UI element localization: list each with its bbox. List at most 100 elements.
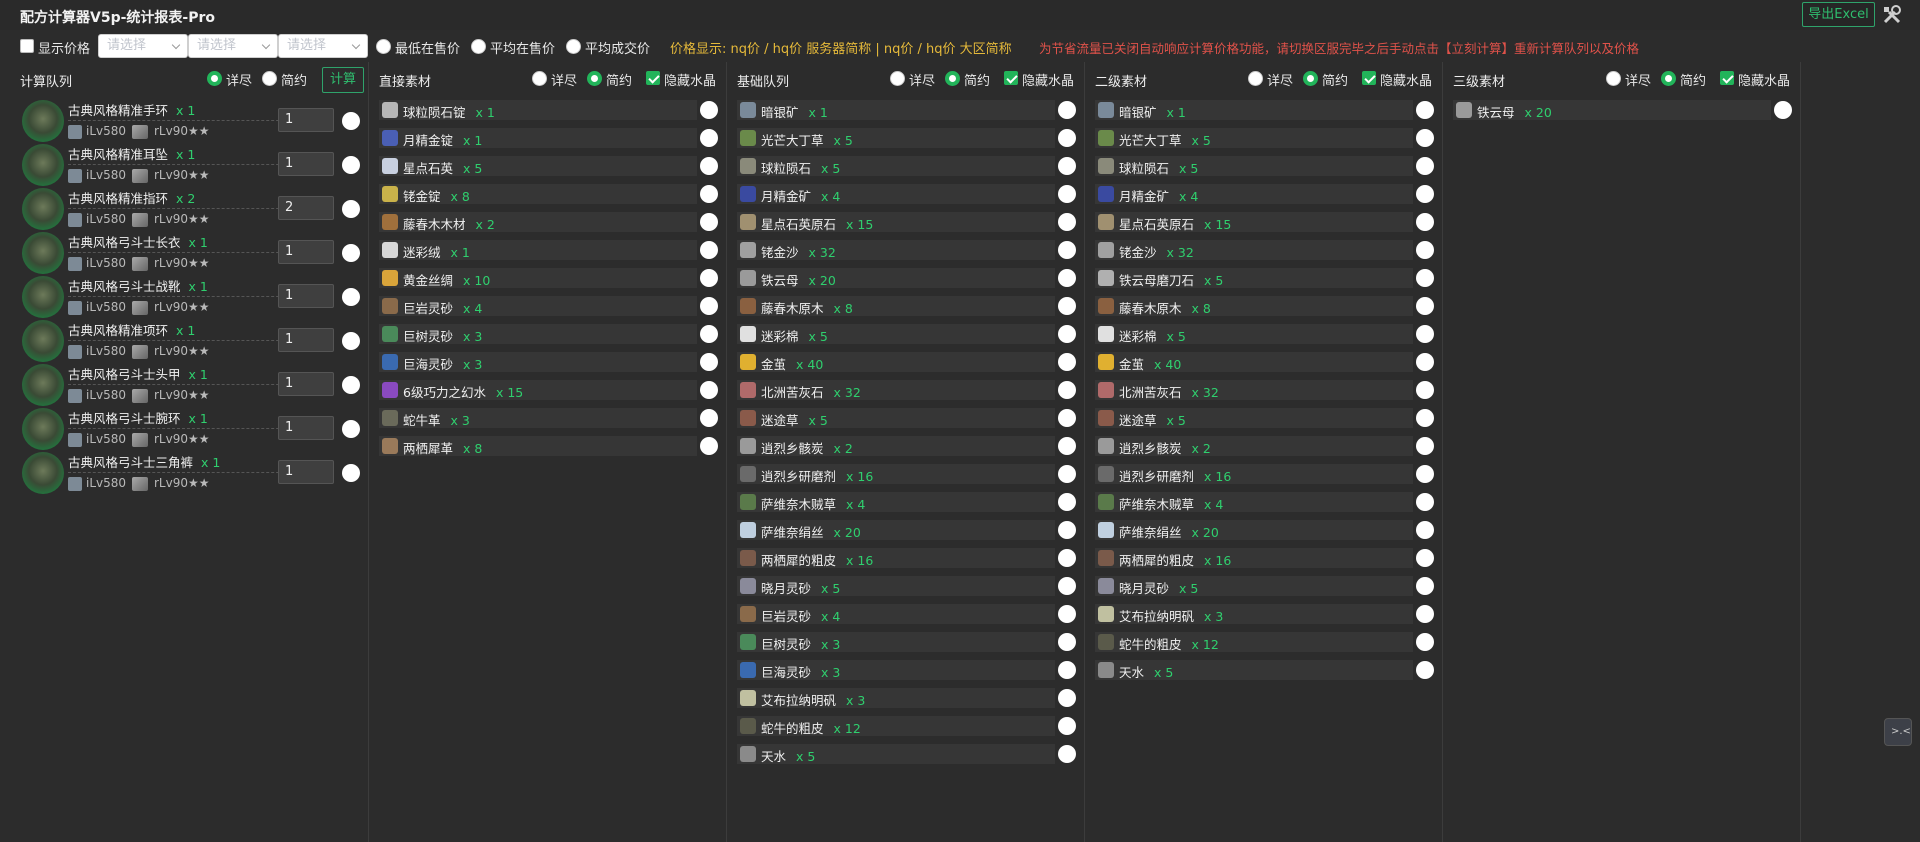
chat-face-icon[interactable]: >.<	[1884, 718, 1912, 746]
quantity-input[interactable]: 2	[278, 196, 334, 220]
material-toggle[interactable]	[1416, 409, 1434, 427]
detail-radio[interactable]	[1606, 71, 1621, 86]
material-toggle[interactable]	[1058, 101, 1076, 119]
queue-item-toggle[interactable]	[342, 156, 360, 174]
material-toggle[interactable]	[1416, 241, 1434, 259]
material-toggle[interactable]	[1058, 633, 1076, 651]
material-toggle[interactable]	[1416, 549, 1434, 567]
brief-radio[interactable]	[945, 71, 960, 86]
quantity-input[interactable]: 1	[278, 372, 334, 396]
material-toggle[interactable]	[1058, 745, 1076, 763]
queue-item-toggle[interactable]	[342, 332, 360, 350]
material-toggle[interactable]	[1416, 633, 1434, 651]
queue-item-toggle[interactable]	[342, 288, 360, 306]
material-toggle[interactable]	[1058, 297, 1076, 315]
material-toggle[interactable]	[1058, 605, 1076, 623]
queue-item-toggle[interactable]	[342, 420, 360, 438]
material-toggle[interactable]	[1058, 241, 1076, 259]
quantity-input[interactable]: 1	[278, 152, 334, 176]
material-toggle[interactable]	[1058, 213, 1076, 231]
material-toggle[interactable]	[700, 157, 718, 175]
detail-radio[interactable]	[1248, 71, 1263, 86]
material-toggle[interactable]	[1058, 157, 1076, 175]
brief-radio[interactable]	[587, 71, 602, 86]
material-toggle[interactable]	[1058, 129, 1076, 147]
material-toggle[interactable]	[1416, 521, 1434, 539]
quantity-input[interactable]: 1	[278, 460, 334, 484]
material-toggle[interactable]	[1058, 689, 1076, 707]
material-toggle[interactable]	[1058, 269, 1076, 287]
material-toggle[interactable]	[1058, 325, 1076, 343]
server-select-1[interactable]: 请选择	[98, 34, 188, 58]
material-toggle[interactable]	[1416, 325, 1434, 343]
material-toggle[interactable]	[1058, 409, 1076, 427]
queue-item-toggle[interactable]	[342, 376, 360, 394]
quantity-input[interactable]: 1	[278, 328, 334, 352]
material-toggle[interactable]	[1774, 101, 1792, 119]
material-toggle[interactable]	[1416, 129, 1434, 147]
quantity-input[interactable]: 1	[278, 284, 334, 308]
quantity-input[interactable]: 1	[278, 416, 334, 440]
material-toggle[interactable]	[700, 437, 718, 455]
calculate-button[interactable]: 计算	[322, 67, 364, 93]
hide-crystal-checkbox[interactable]	[1362, 71, 1376, 85]
material-toggle[interactable]	[1416, 605, 1434, 623]
material-toggle[interactable]	[1416, 353, 1434, 371]
export-excel-button[interactable]: 导出Excel	[1802, 2, 1875, 27]
queue-item-toggle[interactable]	[342, 244, 360, 262]
quantity-input[interactable]: 1	[278, 108, 334, 132]
material-toggle[interactable]	[1416, 577, 1434, 595]
material-toggle[interactable]	[700, 185, 718, 203]
material-toggle[interactable]	[1058, 521, 1076, 539]
queue-detail-radio[interactable]	[207, 71, 222, 86]
queue-item-toggle[interactable]	[342, 464, 360, 482]
material-toggle[interactable]	[700, 325, 718, 343]
queue-item-toggle[interactable]	[342, 200, 360, 218]
queue-item-toggle[interactable]	[342, 112, 360, 130]
price-mode-avg-listing-radio[interactable]	[471, 39, 486, 54]
material-toggle[interactable]	[1416, 213, 1434, 231]
material-toggle[interactable]	[1058, 465, 1076, 483]
detail-radio[interactable]	[890, 71, 905, 86]
material-toggle[interactable]	[1416, 493, 1434, 511]
material-toggle[interactable]	[1058, 577, 1076, 595]
material-toggle[interactable]	[1416, 465, 1434, 483]
brief-radio[interactable]	[1303, 71, 1318, 86]
price-mode-lowest-radio[interactable]	[376, 39, 391, 54]
material-toggle[interactable]	[1058, 717, 1076, 735]
material-toggle[interactable]	[700, 129, 718, 147]
material-toggle[interactable]	[700, 269, 718, 287]
material-toggle[interactable]	[700, 353, 718, 371]
material-toggle[interactable]	[1058, 437, 1076, 455]
server-select-3[interactable]: 请选择	[278, 34, 368, 58]
material-toggle[interactable]	[700, 297, 718, 315]
show-price-checkbox[interactable]	[20, 39, 34, 53]
material-toggle[interactable]	[700, 409, 718, 427]
material-toggle[interactable]	[1058, 353, 1076, 371]
material-toggle[interactable]	[700, 101, 718, 119]
server-select-2[interactable]: 请选择	[188, 34, 278, 58]
material-toggle[interactable]	[1416, 381, 1434, 399]
queue-brief-radio[interactable]	[262, 71, 277, 86]
material-toggle[interactable]	[1416, 185, 1434, 203]
material-toggle[interactable]	[1416, 269, 1434, 287]
material-toggle[interactable]	[1416, 297, 1434, 315]
material-toggle[interactable]	[1058, 185, 1076, 203]
material-toggle[interactable]	[700, 381, 718, 399]
material-toggle[interactable]	[1416, 157, 1434, 175]
tools-icon[interactable]	[1881, 4, 1903, 26]
hide-crystal-checkbox[interactable]	[1720, 71, 1734, 85]
quantity-input[interactable]: 1	[278, 240, 334, 264]
material-toggle[interactable]	[1058, 549, 1076, 567]
detail-radio[interactable]	[532, 71, 547, 86]
material-toggle[interactable]	[700, 241, 718, 259]
brief-radio[interactable]	[1661, 71, 1676, 86]
material-toggle[interactable]	[1416, 661, 1434, 679]
material-toggle[interactable]	[1058, 493, 1076, 511]
material-toggle[interactable]	[1416, 437, 1434, 455]
material-toggle[interactable]	[1416, 101, 1434, 119]
hide-crystal-checkbox[interactable]	[646, 71, 660, 85]
hide-crystal-checkbox[interactable]	[1004, 71, 1018, 85]
material-toggle[interactable]	[700, 213, 718, 231]
material-toggle[interactable]	[1058, 381, 1076, 399]
